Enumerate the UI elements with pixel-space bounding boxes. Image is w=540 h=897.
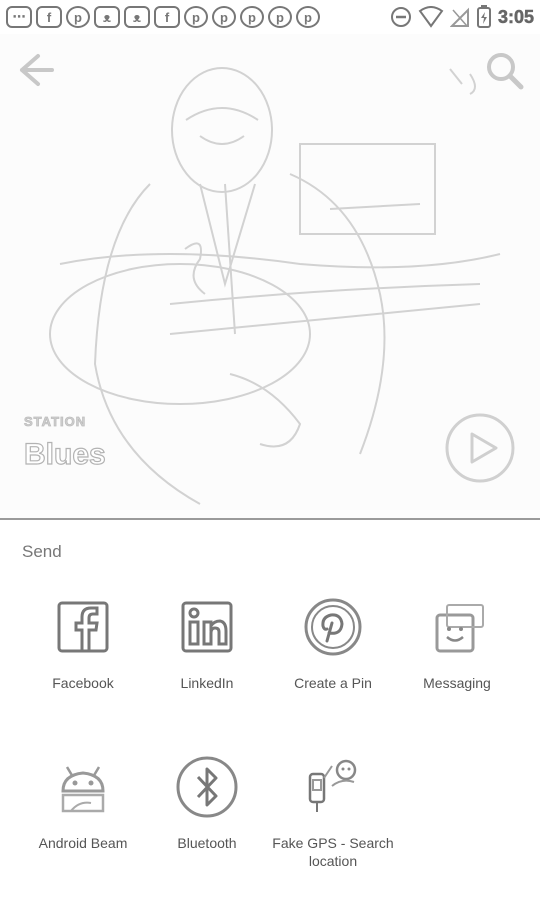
signal-icon [449, 7, 469, 27]
share-sheet: Send Facebook LinkedIn Create a Pin Mess… [0, 522, 540, 897]
facebook-icon: f [154, 6, 180, 28]
linkedin-icon [174, 594, 240, 660]
share-target-linkedin[interactable]: LinkedIn [142, 594, 272, 692]
cat-app-icon: ᴥ [124, 6, 150, 28]
notification-icons: ⋯ f p ᴥ ᴥ f p p p p p [6, 6, 320, 28]
pinterest-icon: p [184, 6, 208, 28]
bluetooth-icon [174, 754, 240, 820]
share-target-messaging[interactable]: Messaging [392, 594, 522, 692]
system-icons: 3:05 [390, 5, 534, 29]
app-label: Create a Pin [294, 675, 372, 691]
station-title: Blues [23, 437, 106, 471]
pinterest-icon: p [268, 6, 292, 28]
app-label: Facebook [52, 675, 114, 691]
pinterest-icon: p [296, 6, 320, 28]
station-hero[interactable]: STATION Blues [0, 34, 540, 520]
facebook-icon: f [36, 6, 62, 28]
pinterest-icon: p [66, 6, 90, 28]
app-label: LinkedIn [180, 675, 234, 691]
share-sheet-title: Send [22, 542, 62, 561]
cat-app-icon: ᴥ [94, 6, 120, 28]
share-target-android-beam[interactable]: Android Beam [18, 754, 148, 852]
share-target-facebook[interactable]: Facebook [18, 594, 148, 692]
android-icon [50, 754, 116, 820]
status-bar: ⋯ f p ᴥ ᴥ f p p p p p 3:05 [0, 0, 540, 34]
pinterest-icon: p [240, 6, 264, 28]
share-target-create-a-pin[interactable]: Create a Pin [268, 594, 398, 692]
pinterest-icon [300, 594, 366, 660]
back-button[interactable] [16, 52, 56, 88]
battery-icon [476, 5, 491, 28]
facebook-icon [50, 594, 116, 660]
pinterest-icon: p [212, 6, 236, 28]
wifi-icon [418, 6, 444, 28]
station-label: STATION [24, 414, 87, 430]
app-label: Android Beam [38, 835, 128, 851]
app-label: Messaging [423, 675, 491, 691]
do-not-disturb-icon [390, 7, 411, 27]
messaging-icon [424, 594, 490, 660]
share-target-fake-gps[interactable]: Fake GPS - Search location [268, 754, 398, 870]
fake-gps-icon [300, 754, 366, 820]
app-label: Bluetooth [177, 835, 237, 851]
play-button[interactable] [444, 412, 516, 484]
clock: 3:05 [497, 6, 535, 27]
search-button[interactable] [484, 50, 524, 90]
more-icon: ⋯ [6, 6, 32, 28]
share-target-bluetooth[interactable]: Bluetooth [142, 754, 272, 852]
app-label: Fake GPS - Search location [272, 835, 394, 869]
